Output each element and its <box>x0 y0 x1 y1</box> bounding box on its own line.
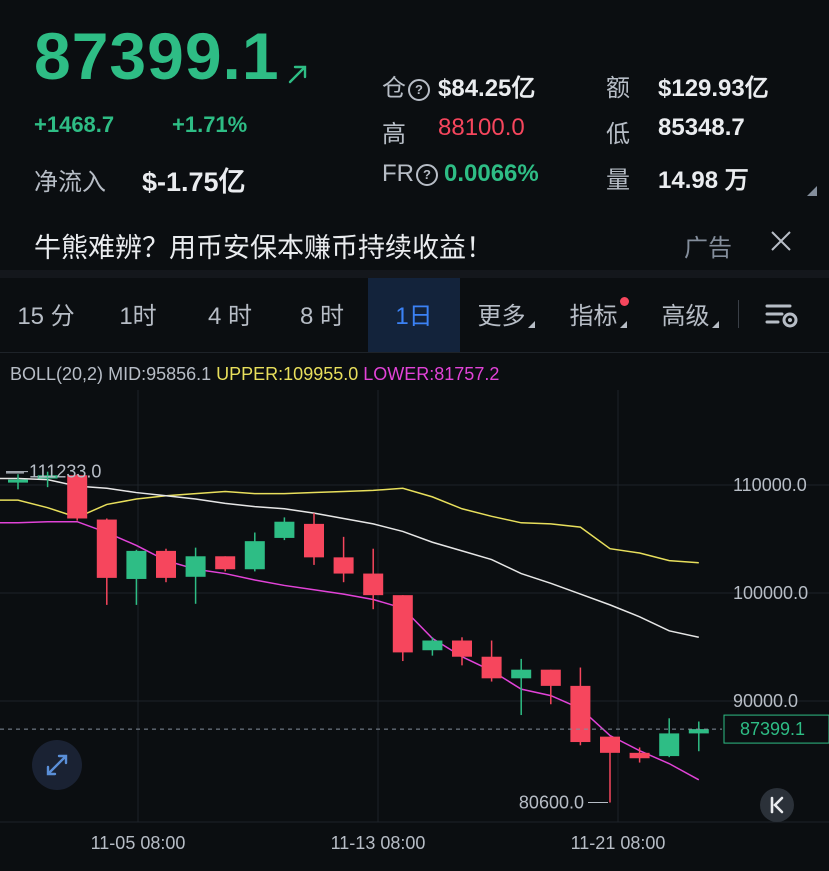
boll-upper: UPPER:109955.0 <box>216 364 359 384</box>
candle-body <box>215 556 236 570</box>
candle-body <box>481 656 502 679</box>
candle-body <box>156 550 176 578</box>
y-axis-label: 90000.0 <box>733 691 798 711</box>
funding-rate-value: 0.0066% <box>444 160 539 187</box>
candle-body <box>363 573 384 596</box>
candle-body <box>185 556 206 577</box>
chart-settings-icon[interactable] <box>764 300 800 330</box>
candle-body <box>422 640 443 651</box>
y-axis-label: 110000.0 <box>733 475 807 495</box>
turnover-value: $129.93亿 <box>658 75 769 102</box>
net-flow-value: $-1.75亿 <box>142 167 246 197</box>
boll-name: BOLL(20,2) <box>10 364 104 384</box>
open-interest-label: 仓? <box>382 68 430 103</box>
low-value: 85348.7 <box>658 114 745 141</box>
notification-dot <box>620 297 629 306</box>
candle-body <box>392 595 413 653</box>
candle-body <box>244 541 265 570</box>
volume-value: 14.98 万 <box>658 167 749 194</box>
candle-body <box>570 685 591 743</box>
tab-advanced[interactable]: 高级 <box>644 278 736 352</box>
ad-banner-text[interactable]: 牛熊难辨？用币安保本赚币持续收益！ <box>34 226 493 265</box>
candle-body <box>126 550 147 579</box>
boll-mid: MID:95856.1 <box>108 364 212 384</box>
tab-4h[interactable]: 4 时 <box>184 278 276 352</box>
x-axis-label: 11-21 08:00 <box>571 833 666 853</box>
funding-rate-label: FR? <box>382 160 438 188</box>
help-icon[interactable]: ? <box>408 78 430 101</box>
tab-15m[interactable]: 15 分 <box>0 278 92 352</box>
price-change-percent: +1.71% <box>172 112 248 137</box>
candle-body <box>629 752 650 759</box>
min-price-label: 80600.0 <box>519 793 584 813</box>
candle-body <box>96 519 117 578</box>
scroll-to-latest-button[interactable] <box>760 788 794 822</box>
last-price: 87399.1 <box>34 19 280 93</box>
dropdown-corner-icon <box>619 321 627 328</box>
expand-corner-icon[interactable] <box>807 186 817 196</box>
high-label: 高 <box>382 121 406 148</box>
price-change: +1468.7 <box>34 112 115 137</box>
candlestick-chart[interactable]: 110000.0 100000.0 90000.0 87399.1 11-05 08:0… <box>0 390 829 871</box>
tab-1d[interactable]: 1日 <box>368 278 460 352</box>
candle-body <box>304 523 324 558</box>
candle-body <box>511 669 532 679</box>
candle-body <box>659 733 680 757</box>
tab-indicators[interactable]: 指标 <box>552 278 644 352</box>
last-price-label: 87399.1 <box>740 719 805 739</box>
open-interest-value: $84.25亿 <box>438 75 536 102</box>
interval-tabs: 15 分 1时 4 时 8 时 1日 更多 指标 高级 <box>0 278 829 353</box>
dropdown-corner-icon <box>711 321 719 328</box>
close-icon[interactable] <box>768 228 794 254</box>
fullscreen-button[interactable] <box>32 740 82 790</box>
candle-body <box>600 736 620 753</box>
volume-label: 量 <box>606 167 630 194</box>
tab-divider <box>738 300 739 328</box>
help-icon[interactable]: ? <box>416 163 438 186</box>
candle-body <box>540 669 561 686</box>
jump-to-end-icon <box>770 796 784 814</box>
net-flow-label: 净流入 <box>34 169 106 196</box>
low-label: 低 <box>606 121 630 148</box>
tab-8h[interactable]: 8 时 <box>276 278 368 352</box>
high-value: 88100.0 <box>438 114 525 141</box>
candle-body <box>274 521 295 538</box>
x-axis-label: 11-13 08:00 <box>331 833 426 853</box>
dropdown-corner-icon <box>527 321 535 328</box>
expand-icon <box>46 754 68 776</box>
max-price-label: — 111233.0 <box>6 462 101 482</box>
x-axis-label: 11-05 08:00 <box>91 833 186 853</box>
boll-legend: BOLL(20,2) MID:95856.1 UPPER:109955.0 LO… <box>10 364 499 385</box>
boll-lower: LOWER:81757.2 <box>363 364 500 384</box>
y-axis-label: 100000.0 <box>733 583 808 603</box>
candle-body <box>333 557 354 574</box>
turnover-label: 额 <box>606 75 630 102</box>
ad-tag: 广告 <box>684 235 732 262</box>
tab-1h[interactable]: 1时 <box>92 278 184 352</box>
section-divider <box>0 270 829 278</box>
candle-body <box>688 729 709 734</box>
candle-body <box>452 640 472 657</box>
trend-up-arrow-icon <box>288 65 307 84</box>
candle-body <box>67 475 88 519</box>
tab-more[interactable]: 更多 <box>460 278 552 352</box>
